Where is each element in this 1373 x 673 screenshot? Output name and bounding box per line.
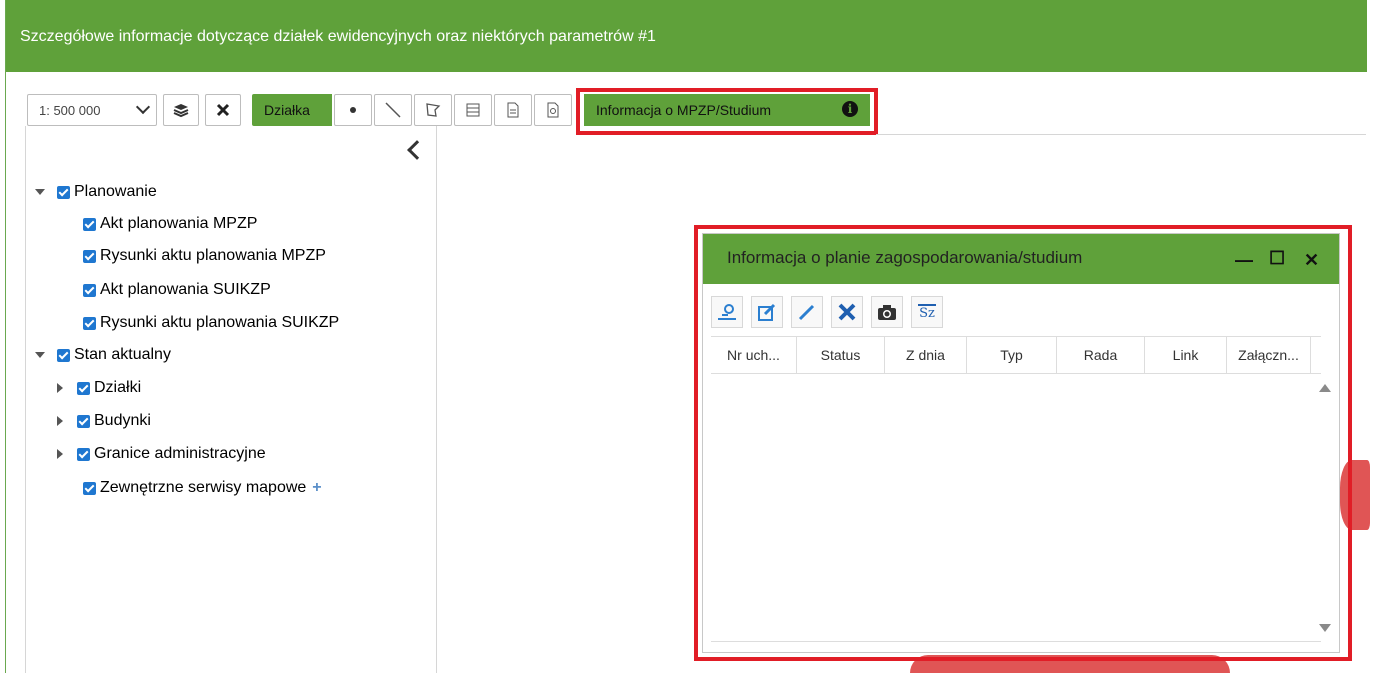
tree-label: Planowanie <box>74 183 157 200</box>
tree-label: Rysunki aktu planowania SUIKZP <box>100 314 340 331</box>
expand-right-icon[interactable] <box>57 416 63 426</box>
tree-item-akt-suikzp[interactable]: Akt planowania SUIKZP <box>83 280 271 300</box>
tree-right-border <box>436 126 437 673</box>
checkbox-checked[interactable] <box>57 348 70 362</box>
tree-item-zewnetrzne[interactable]: Zewnętrzne serwisy mapowe + <box>83 478 322 498</box>
tree-node-dzialki[interactable]: Działki <box>57 378 141 398</box>
tree-label: Rysunki aktu planowania MPZP <box>100 247 326 264</box>
highlight-dialog <box>694 225 1352 661</box>
table-icon <box>466 103 480 117</box>
line-tool-button[interactable] <box>374 94 412 126</box>
expand-down-icon[interactable] <box>35 352 45 358</box>
dzialka-button[interactable]: Działka <box>252 94 332 126</box>
clear-button[interactable] <box>205 94 241 126</box>
tree-node-planowanie[interactable]: Planowanie <box>35 182 157 202</box>
scale-value: 1: 500 000 <box>39 102 101 118</box>
checkbox-checked[interactable] <box>83 249 96 263</box>
expand-right-icon[interactable] <box>57 449 63 459</box>
table-tool-button[interactable] <box>454 94 492 126</box>
checkbox-checked[interactable] <box>83 316 96 330</box>
polygon-icon <box>426 103 441 117</box>
checkbox-checked[interactable] <box>83 283 96 297</box>
document-tool-button[interactable] <box>494 94 532 126</box>
scale-select[interactable]: 1: 500 000 <box>27 94 157 126</box>
point-icon <box>350 107 356 113</box>
point-tool-button[interactable] <box>334 94 372 126</box>
layers-icon <box>173 104 189 118</box>
tree-label: Akt planowania SUIKZP <box>100 281 271 298</box>
checkbox-checked[interactable] <box>83 481 96 495</box>
window-title: Szczegółowe informacje dotyczące działek… <box>20 28 656 45</box>
tree-node-budynki[interactable]: Budynki <box>57 411 151 431</box>
tree-label: Granice administracyjne <box>94 445 266 462</box>
tree-node-granice[interactable]: Granice administracyjne <box>57 444 266 464</box>
checkbox-checked[interactable] <box>57 185 70 199</box>
tree-item-akt-mpzp[interactable]: Akt planowania MPZP <box>83 214 257 234</box>
tree-label: Zewnętrzne serwisy mapowe <box>100 479 307 496</box>
document-icon <box>507 102 519 118</box>
chevron-down-icon <box>135 99 151 115</box>
tree-label: Stan aktualny <box>74 346 171 363</box>
close-icon <box>216 103 230 117</box>
window-titlebar: Szczegółowe informacje dotyczące działek… <box>6 0 1367 72</box>
tree-item-rysunki-suikzp[interactable]: Rysunki aktu planowania SUIKZP <box>83 313 339 333</box>
layers-button[interactable] <box>163 94 199 126</box>
checkbox-checked[interactable] <box>83 217 96 231</box>
checkbox-checked[interactable] <box>77 447 90 461</box>
checkbox-checked[interactable] <box>77 414 90 428</box>
pdf-icon <box>547 102 559 118</box>
tree-label: Akt planowania MPZP <box>100 215 258 232</box>
tree-label: Działki <box>94 379 142 396</box>
tree-left-border <box>25 126 26 673</box>
toolbar-divider <box>876 134 1366 135</box>
line-icon <box>385 102 401 118</box>
tree-node-stan-aktualny[interactable]: Stan aktualny <box>35 345 171 365</box>
tree-item-rysunki-mpzp[interactable]: Rysunki aktu planowania MPZP <box>83 246 326 266</box>
tree-label: Budynki <box>94 412 151 429</box>
highlight-mpzp <box>576 88 878 135</box>
polygon-tool-button[interactable] <box>414 94 452 126</box>
expand-down-icon[interactable] <box>35 189 45 195</box>
add-icon[interactable]: + <box>312 479 321 497</box>
expand-right-icon[interactable] <box>57 383 63 393</box>
dzialka-label: Działka <box>264 102 310 118</box>
checkbox-checked[interactable] <box>77 381 90 395</box>
pdf-tool-button[interactable] <box>534 94 572 126</box>
